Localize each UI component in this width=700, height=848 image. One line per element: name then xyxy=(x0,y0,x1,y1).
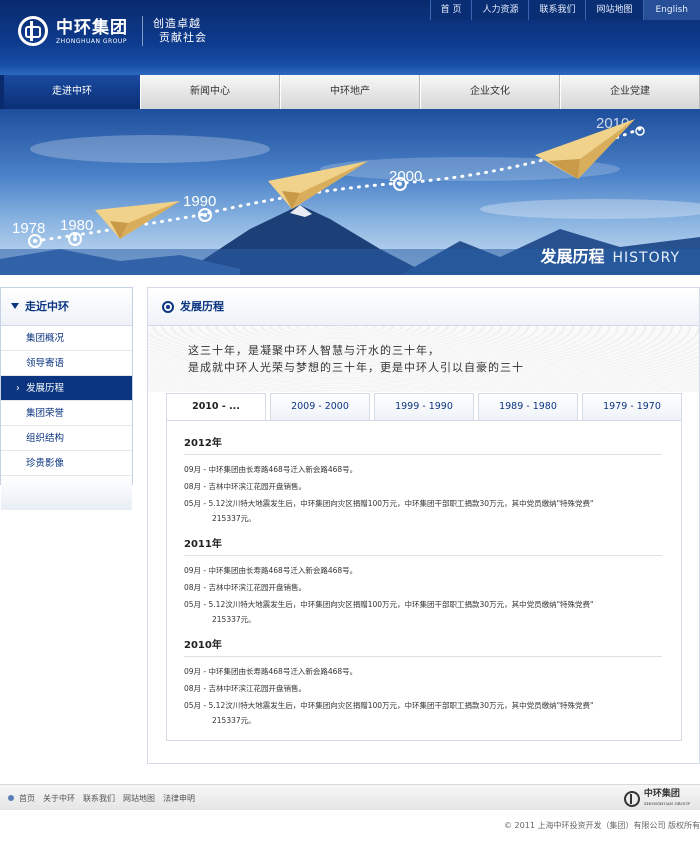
main-nav-culture[interactable]: 企业文化 xyxy=(420,75,560,109)
slogan-line-2: 贡献社会 xyxy=(159,31,207,44)
event-item: 05月 - 5.12汶川特大地震发生后，中环集团向灾区捐赠100万元，中环集团干… xyxy=(184,600,594,609)
top-utility-nav: 首 页 人力资源 联系我们 网站地图 English xyxy=(429,0,700,20)
paper-plane-icon xyxy=(95,201,180,239)
tab-1979-1970[interactable]: 1979 - 1970 xyxy=(582,393,682,420)
tab-1999-1990[interactable]: 1999 - 1990 xyxy=(374,393,474,420)
tab-2010-present[interactable]: 2010 - ... xyxy=(166,393,266,421)
footer-link-home[interactable]: 首页 xyxy=(19,793,35,804)
sidebar-item-honors[interactable]: 集团荣誉 xyxy=(1,401,132,426)
top-nav-sitemap[interactable]: 网站地图 xyxy=(585,0,643,20)
footer-logo: 中环集团 ZHONGHUAN GROUP xyxy=(623,789,690,809)
main-nav-news[interactable]: 新闻中心 xyxy=(140,75,280,109)
banner-title: 发展历程 HISTORY xyxy=(540,243,680,267)
event-item: 09月 - 中环集团由长寿路468号迁入新会路468号。 xyxy=(184,667,358,676)
timeline-panel: 2012年 09月 - 中环集团由长寿路468号迁入新会路468号。 08月 -… xyxy=(166,420,682,741)
footer-link-sitemap[interactable]: 网站地图 xyxy=(123,793,155,804)
main-nav-party[interactable]: 企业党建 xyxy=(560,75,700,109)
tab-1989-1980[interactable]: 1989 - 1980 xyxy=(478,393,578,420)
year-heading: 2011年 xyxy=(184,534,662,556)
event-item: 05月 - 5.12汶川特大地震发生后，中环集团向灾区捐赠100万元，中环集团干… xyxy=(184,499,594,508)
sidebar-item-images[interactable]: 珍贵影像 xyxy=(1,451,132,476)
copyright: © 2011 上海中环投资开发（集团）有限公司 版权所有 xyxy=(504,821,700,830)
year-section: 2012年 09月 - 中环集团由长寿路468号迁入新会路468号。 08月 -… xyxy=(184,433,662,526)
logo-emblem-icon xyxy=(623,791,640,807)
event-item: 05月 - 5.12汶川特大地震发生后，中环集团向灾区捐赠100万元，中环集团干… xyxy=(184,701,594,710)
triangle-down-icon xyxy=(11,303,19,309)
footer-nav: 首页 关于中环 联系我们 网站地图 法律申明 xyxy=(8,785,203,811)
year-section: 2010年 09月 - 中环集团由长寿路468号迁入新会路468号。 08月 -… xyxy=(184,635,662,728)
history-quote: 这三十年，是凝聚中环人智慧与汗水的三十年， 是成就中环人光荣与梦想的三十年，更是… xyxy=(148,326,699,392)
main-nav-about[interactable]: 走进中环 xyxy=(4,75,140,109)
slogan-line-1: 创造卓越 xyxy=(153,17,201,30)
slogan-divider xyxy=(142,16,143,46)
footer-logo-cn: 中环集团 xyxy=(643,789,680,799)
slogan: 创造卓越 贡献社会 xyxy=(153,17,207,45)
footer-link-contact[interactable]: 联系我们 xyxy=(83,793,115,804)
site-header: 中环集团 ZHONGHUAN GROUP 创造卓越 贡献社会 首 页 人力资源 … xyxy=(0,0,700,75)
quote-line-2: 是成就中环人光荣与梦想的三十年，更是中环人引以自豪的三十 xyxy=(188,361,524,374)
event-continuation: 215337元。 xyxy=(212,716,256,725)
main-nav-realestate[interactable]: 中环地产 xyxy=(280,75,420,109)
logo-english-name: ZHONGHUAN GROUP xyxy=(56,37,127,45)
event-item: 09月 - 中环集团由长寿路468号迁入新会路468号。 xyxy=(184,566,358,575)
banner-year-1990: 1990 xyxy=(183,193,216,210)
sidebar-item-organization[interactable]: 组织结构 xyxy=(1,426,132,451)
main-nav: 走进中环 新闻中心 中环地产 企业文化 企业党建 xyxy=(0,75,700,109)
banner-title-en: HISTORY xyxy=(612,250,680,266)
sidebar-item-history[interactable]: 发展历程 xyxy=(1,376,132,401)
company-logo[interactable]: 中环集团 ZHONGHUAN GROUP 创造卓越 贡献社会 xyxy=(18,16,207,46)
top-nav-hr[interactable]: 人力资源 xyxy=(471,0,529,20)
event-continuation: 215337元。 xyxy=(212,615,256,624)
year-range-tabs: 2010 - ... 2009 - 2000 1999 - 1990 1989 … xyxy=(166,393,686,421)
logo-emblem-icon xyxy=(18,16,48,46)
top-nav-english[interactable]: English xyxy=(642,0,700,20)
banner-year-1980: 1980 xyxy=(60,217,93,234)
page-title: 发展历程 xyxy=(180,299,224,313)
sidebar-item-leader-message[interactable]: 领导寄语 xyxy=(1,351,132,376)
top-nav-contact[interactable]: 联系我们 xyxy=(528,0,586,20)
bullet-icon xyxy=(8,795,14,801)
sidebar-item-overview[interactable]: 集团概况 xyxy=(1,326,132,351)
event-item: 08月 - 吉林中环滨江花园开盘销售。 xyxy=(184,583,307,592)
year-heading: 2012年 xyxy=(184,433,662,455)
history-banner: 1978 1980 1990 2000 2010 发展历程 HISTORY xyxy=(0,109,700,275)
event-item: 09月 - 中环集团由长寿路468号迁入新会路468号。 xyxy=(184,465,358,474)
sidebar-heading: 走近中环 xyxy=(1,288,132,326)
banner-year-1978: 1978 xyxy=(12,220,45,237)
footer-logo-en: ZHONGHUAN GROUP xyxy=(643,801,690,806)
banner-title-cn: 发展历程 xyxy=(540,247,605,266)
sidebar-title: 走近中环 xyxy=(25,300,69,313)
footer-link-legal[interactable]: 法律申明 xyxy=(163,793,195,804)
sidebar: 走近中环 集团概况 领导寄语 发展历程 集团荣誉 组织结构 珍贵影像 xyxy=(0,287,133,510)
event-continuation: 215337元。 xyxy=(212,514,256,523)
logo-chinese-name: 中环集团 xyxy=(56,17,128,38)
event-item: 08月 - 吉林中环滨江花园开盘销售。 xyxy=(184,482,307,491)
tab-2009-2000[interactable]: 2009 - 2000 xyxy=(270,393,370,420)
event-item: 08月 - 吉林中环滨江花园开盘销售。 xyxy=(184,684,307,693)
quote-line-1: 这三十年，是凝聚中环人智慧与汗水的三十年， xyxy=(188,344,440,357)
top-nav-home[interactable]: 首 页 xyxy=(429,0,472,20)
banner-year-2000: 2000 xyxy=(389,168,422,185)
year-section: 2011年 09月 - 中环集团由长寿路468号迁入新会路468号。 08月 -… xyxy=(184,534,662,627)
footer-link-about[interactable]: 关于中环 xyxy=(43,793,75,804)
year-heading: 2010年 xyxy=(184,635,662,657)
site-footer: 首页 关于中环 联系我们 网站地图 法律申明 中环集团 ZHONGHUAN GRO… xyxy=(0,784,700,810)
main-content: 发展历程 这三十年，是凝聚中环人智慧与汗水的三十年， 是成就中环人光荣与梦想的三… xyxy=(147,287,700,764)
content-heading: 发展历程 xyxy=(148,288,699,326)
paper-plane-icon xyxy=(268,161,368,209)
bullseye-icon xyxy=(162,300,174,313)
